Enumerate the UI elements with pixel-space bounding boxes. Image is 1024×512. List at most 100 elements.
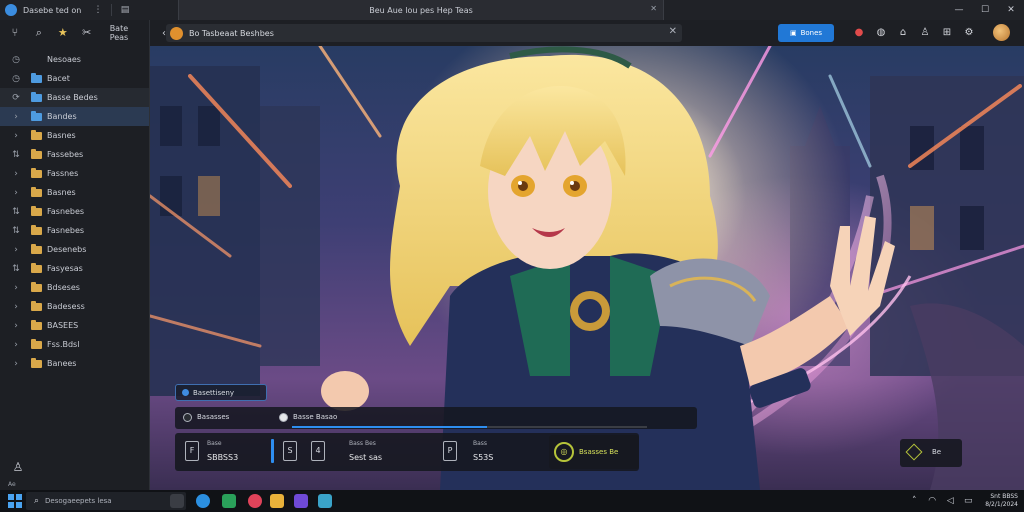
- menu-icon[interactable]: ⋮: [93, 5, 103, 15]
- chevron-right-icon[interactable]: ›: [10, 169, 22, 179]
- maximize-button[interactable]: ☐: [972, 0, 998, 20]
- close-button[interactable]: ✕: [998, 0, 1024, 20]
- corner-card[interactable]: Be: [900, 439, 962, 467]
- achievement-badge[interactable]: ◎ Bsasses Be: [549, 435, 639, 469]
- globe-icon[interactable]: ◍: [874, 26, 888, 40]
- share-button[interactable]: ▣ Bones: [778, 24, 834, 42]
- sidebar-item-label: BASEES: [47, 321, 79, 330]
- chevron-right-icon[interactable]: ›: [10, 340, 22, 350]
- sidebar-item[interactable]: ⟳ Basse Bedes: [0, 88, 149, 107]
- store-icon[interactable]: [318, 494, 332, 508]
- address-bar[interactable]: Bo Tasbeaat Beshbes ✕: [166, 24, 682, 42]
- sidebar-item[interactable]: › Bdseses: [0, 278, 149, 297]
- stat-class[interactable]: Bass Bes Sest sas: [343, 433, 433, 471]
- stat-label: Bass: [473, 440, 488, 447]
- chevron-right-icon[interactable]: ›: [10, 188, 22, 198]
- user-icon[interactable]: ♙: [10, 460, 26, 478]
- clock-time: Snt BBSS: [990, 493, 1018, 500]
- chevron-right-icon[interactable]: ›: [10, 245, 22, 255]
- sidebar-item[interactable]: › Badesess: [0, 297, 149, 316]
- user-icon[interactable]: ♙: [918, 26, 932, 40]
- refresh-icon[interactable]: ⟳: [10, 93, 22, 103]
- expand-icon[interactable]: ⇅: [10, 150, 22, 160]
- sidebar-item-label: Fasyesas: [47, 264, 83, 273]
- title-divider: [111, 4, 112, 16]
- chevron-right-icon[interactable]: ›: [10, 302, 22, 312]
- start-menu-icon[interactable]: [8, 494, 22, 508]
- option-radio-1[interactable]: [183, 413, 192, 422]
- app-icon[interactable]: [294, 494, 308, 508]
- wifi-icon[interactable]: ◠: [925, 494, 939, 508]
- branch-icon[interactable]: ⑂: [8, 26, 22, 40]
- folder-icon: [31, 357, 42, 368]
- stat-label: Bass Bes: [349, 440, 376, 447]
- sidebar-item[interactable]: › Basnes: [0, 126, 149, 145]
- clock-icon[interactable]: ◷: [10, 74, 22, 84]
- home-icon[interactable]: ⌂: [896, 26, 910, 40]
- sidebar-item[interactable]: ◷ Bacet: [0, 69, 149, 88]
- clock[interactable]: Snt BBSS 8/2/1/2024: [985, 493, 1018, 509]
- chevron-right-icon[interactable]: ›: [10, 321, 22, 331]
- sidebar-item[interactable]: ⇅ Fasnebes: [0, 221, 149, 240]
- sidebar-item[interactable]: › Banees: [0, 354, 149, 373]
- expand-icon[interactable]: ⇅: [10, 207, 22, 217]
- progress-track[interactable]: [292, 426, 647, 428]
- folder-icon[interactable]: [270, 494, 284, 508]
- scissors-icon[interactable]: ✂: [80, 26, 94, 40]
- media-icon[interactable]: [248, 494, 262, 508]
- chevron-right-icon[interactable]: ›: [10, 131, 22, 141]
- taskbar-search[interactable]: ⌕ Desogaeepets lesa: [26, 492, 186, 510]
- stat-base[interactable]: F Base SBBSS3: [175, 433, 271, 471]
- stat-toggle-1[interactable]: S: [279, 433, 309, 471]
- sidebar-item-label: Fassnes: [47, 169, 79, 178]
- sidebar-item[interactable]: › Fss.Bdsl: [0, 335, 149, 354]
- sidebar-item[interactable]: › Desenebs: [0, 240, 149, 259]
- expand-icon[interactable]: ⇅: [10, 226, 22, 236]
- chevron-up-icon[interactable]: ˄: [907, 494, 921, 508]
- sidebar-item[interactable]: › Fassnes: [0, 164, 149, 183]
- spreadsheet-icon[interactable]: [222, 494, 236, 508]
- tab-list-icon[interactable]: ▤: [120, 5, 130, 15]
- settings-icon[interactable]: ⚙: [962, 26, 976, 40]
- sidebar-item[interactable]: ⇅ Fassebes: [0, 145, 149, 164]
- sidebar-item-label: Fss.Bdsl: [47, 340, 80, 349]
- expand-icon[interactable]: ⇅: [10, 264, 22, 274]
- folder-icon: [31, 129, 42, 140]
- folder-icon: [31, 167, 42, 178]
- artwork-viewer[interactable]: Basettiseny Basasses Basse Basao F Base …: [150, 46, 1024, 490]
- minimize-button[interactable]: —: [946, 0, 972, 20]
- sidebar-item[interactable]: › Bandes: [0, 107, 149, 126]
- sidebar-item-label: Basnes: [47, 131, 76, 140]
- browser-icon[interactable]: [196, 494, 210, 508]
- hud-title-badge[interactable]: Basettiseny: [175, 384, 267, 401]
- chevron-right-icon[interactable]: ›: [10, 283, 22, 293]
- site-logo-icon: [170, 26, 183, 40]
- folder-icon: [31, 319, 42, 330]
- stat-bass[interactable]: P Bass S53S: [437, 433, 537, 471]
- avatar[interactable]: [993, 24, 1010, 41]
- option-radio-2[interactable]: [279, 413, 288, 422]
- address-clear-icon[interactable]: ✕: [669, 26, 677, 37]
- sidebar-item[interactable]: ⇅ Fasyesas: [0, 259, 149, 278]
- grid-icon[interactable]: ⊞: [940, 26, 954, 40]
- sidebar-item[interactable]: ◷ Nesoaes: [0, 50, 149, 69]
- sidebar-item[interactable]: ⇅ Fasnebes: [0, 202, 149, 221]
- stat-value: Sest sas: [349, 453, 383, 462]
- star-icon[interactable]: ★: [56, 26, 70, 40]
- stat-toggle-2[interactable]: 4: [309, 433, 339, 471]
- taskbar-search-placeholder: Desogaeepets lesa: [45, 497, 112, 505]
- folder-icon: [31, 110, 42, 121]
- search-icon[interactable]: ⌕: [32, 26, 46, 40]
- battery-icon[interactable]: ▭: [961, 494, 975, 508]
- window-controls: — ☐ ✕: [946, 0, 1024, 20]
- clock-icon[interactable]: ◷: [10, 55, 22, 65]
- sidebar-item[interactable]: › Basnes: [0, 183, 149, 202]
- task-view-icon[interactable]: [170, 494, 184, 508]
- volume-icon[interactable]: ◁: [943, 494, 957, 508]
- chevron-right-icon[interactable]: ›: [10, 359, 22, 369]
- tab-close-icon[interactable]: ✕: [650, 4, 657, 13]
- alert-icon[interactable]: ●: [852, 26, 866, 40]
- active-tab[interactable]: Beu Aue lou pes Hep Teas ✕: [178, 0, 664, 20]
- sidebar-item[interactable]: › BASEES: [0, 316, 149, 335]
- chevron-right-icon[interactable]: ›: [10, 112, 22, 122]
